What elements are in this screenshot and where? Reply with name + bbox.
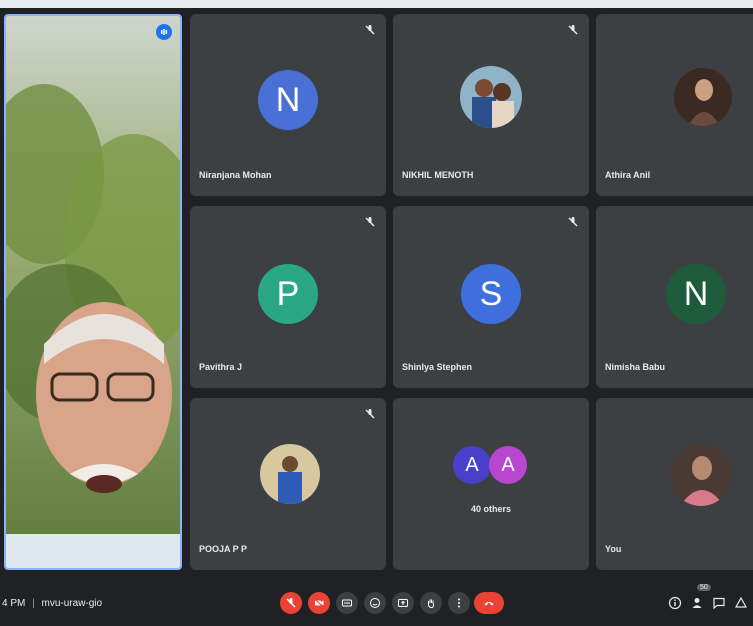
captions-button[interactable] [336,592,358,614]
camera-toggle-button[interactable] [308,592,330,614]
participant-tile-athira[interactable]: Athira Anil [596,14,753,196]
avatar-initial: P [258,264,318,324]
mic-muted-icon [568,25,578,35]
speaker-video-tile[interactable] [4,14,182,570]
mic-muted-icon [365,409,375,419]
participant-tile-pavithra[interactable]: P Pavithra J [190,206,386,388]
end-call-icon [484,602,494,606]
separator: | [32,598,35,609]
speaking-indicator-icon [156,24,172,40]
profile-photo [460,66,522,128]
emoji-button[interactable] [364,592,386,614]
camera-off-icon [314,598,324,608]
participant-tile-shinlya[interactable]: S Shinlya Stephen [393,206,589,388]
participant-name: Athira Anil [605,170,651,180]
participant-tile-nikhil[interactable]: NIKHIL MENOTH [393,14,589,196]
self-view-tile[interactable]: You [596,398,753,570]
others-count-label: 40 others [470,504,512,514]
mic-toggle-button[interactable] [280,592,302,614]
participant-name: Shinlya Stephen [402,362,473,372]
meeting-time: 4 PM [2,598,26,609]
profile-photo [260,444,320,504]
mic-off-icon [286,598,296,608]
avatar-initial: A [453,446,491,484]
meeting-details-icon[interactable] [668,596,682,610]
participant-name: NIKHIL MENOTH [402,170,474,180]
meet-screen: N Niranjana Mohan NIKHIL MENOTH Athira A… [0,8,753,626]
present-button[interactable] [392,592,414,614]
participant-tile-others[interactable]: A A 40 others [393,398,589,570]
meeting-info: 4 PM | mvu-uraw-gio [2,598,102,609]
participant-tile-niranjana[interactable]: N Niranjana Mohan [190,14,386,196]
present-icon [398,599,408,607]
emoji-icon [370,598,380,608]
avatar-initial: N [258,70,318,130]
participant-name: Niranjana Mohan [199,170,272,180]
avatar-initial: A [489,446,527,484]
mic-muted-icon [365,25,375,35]
meeting-code: mvu-uraw-gio [41,598,103,609]
participant-name: You [605,544,622,554]
participant-name: Pavithra J [199,362,243,372]
activities-icon[interactable] [734,596,748,610]
chat-icon[interactable] [712,596,726,610]
more-options-icon [458,598,460,608]
participants-count-badge: 50 [697,584,711,591]
avatar-initial: N [666,264,726,324]
self-video [670,444,732,506]
avatar-initial: S [461,264,521,324]
captions-icon [342,599,352,607]
speaker-video-frame [6,16,180,568]
raise-hand-button[interactable] [420,592,442,614]
raise-hand-icon [428,599,434,609]
mic-muted-icon [568,217,578,227]
end-call-button[interactable] [474,592,504,614]
more-options-button[interactable] [448,592,470,614]
people-icon[interactable] [690,596,704,610]
participant-name: POOJA P P [199,544,248,554]
profile-photo [674,68,732,126]
participant-name: Nimisha Babu [605,362,666,372]
participant-tile-nimisha[interactable]: N Nimisha Babu [596,206,753,388]
mic-muted-icon [365,217,375,227]
participant-tile-pooja[interactable]: POOJA P P [190,398,386,570]
